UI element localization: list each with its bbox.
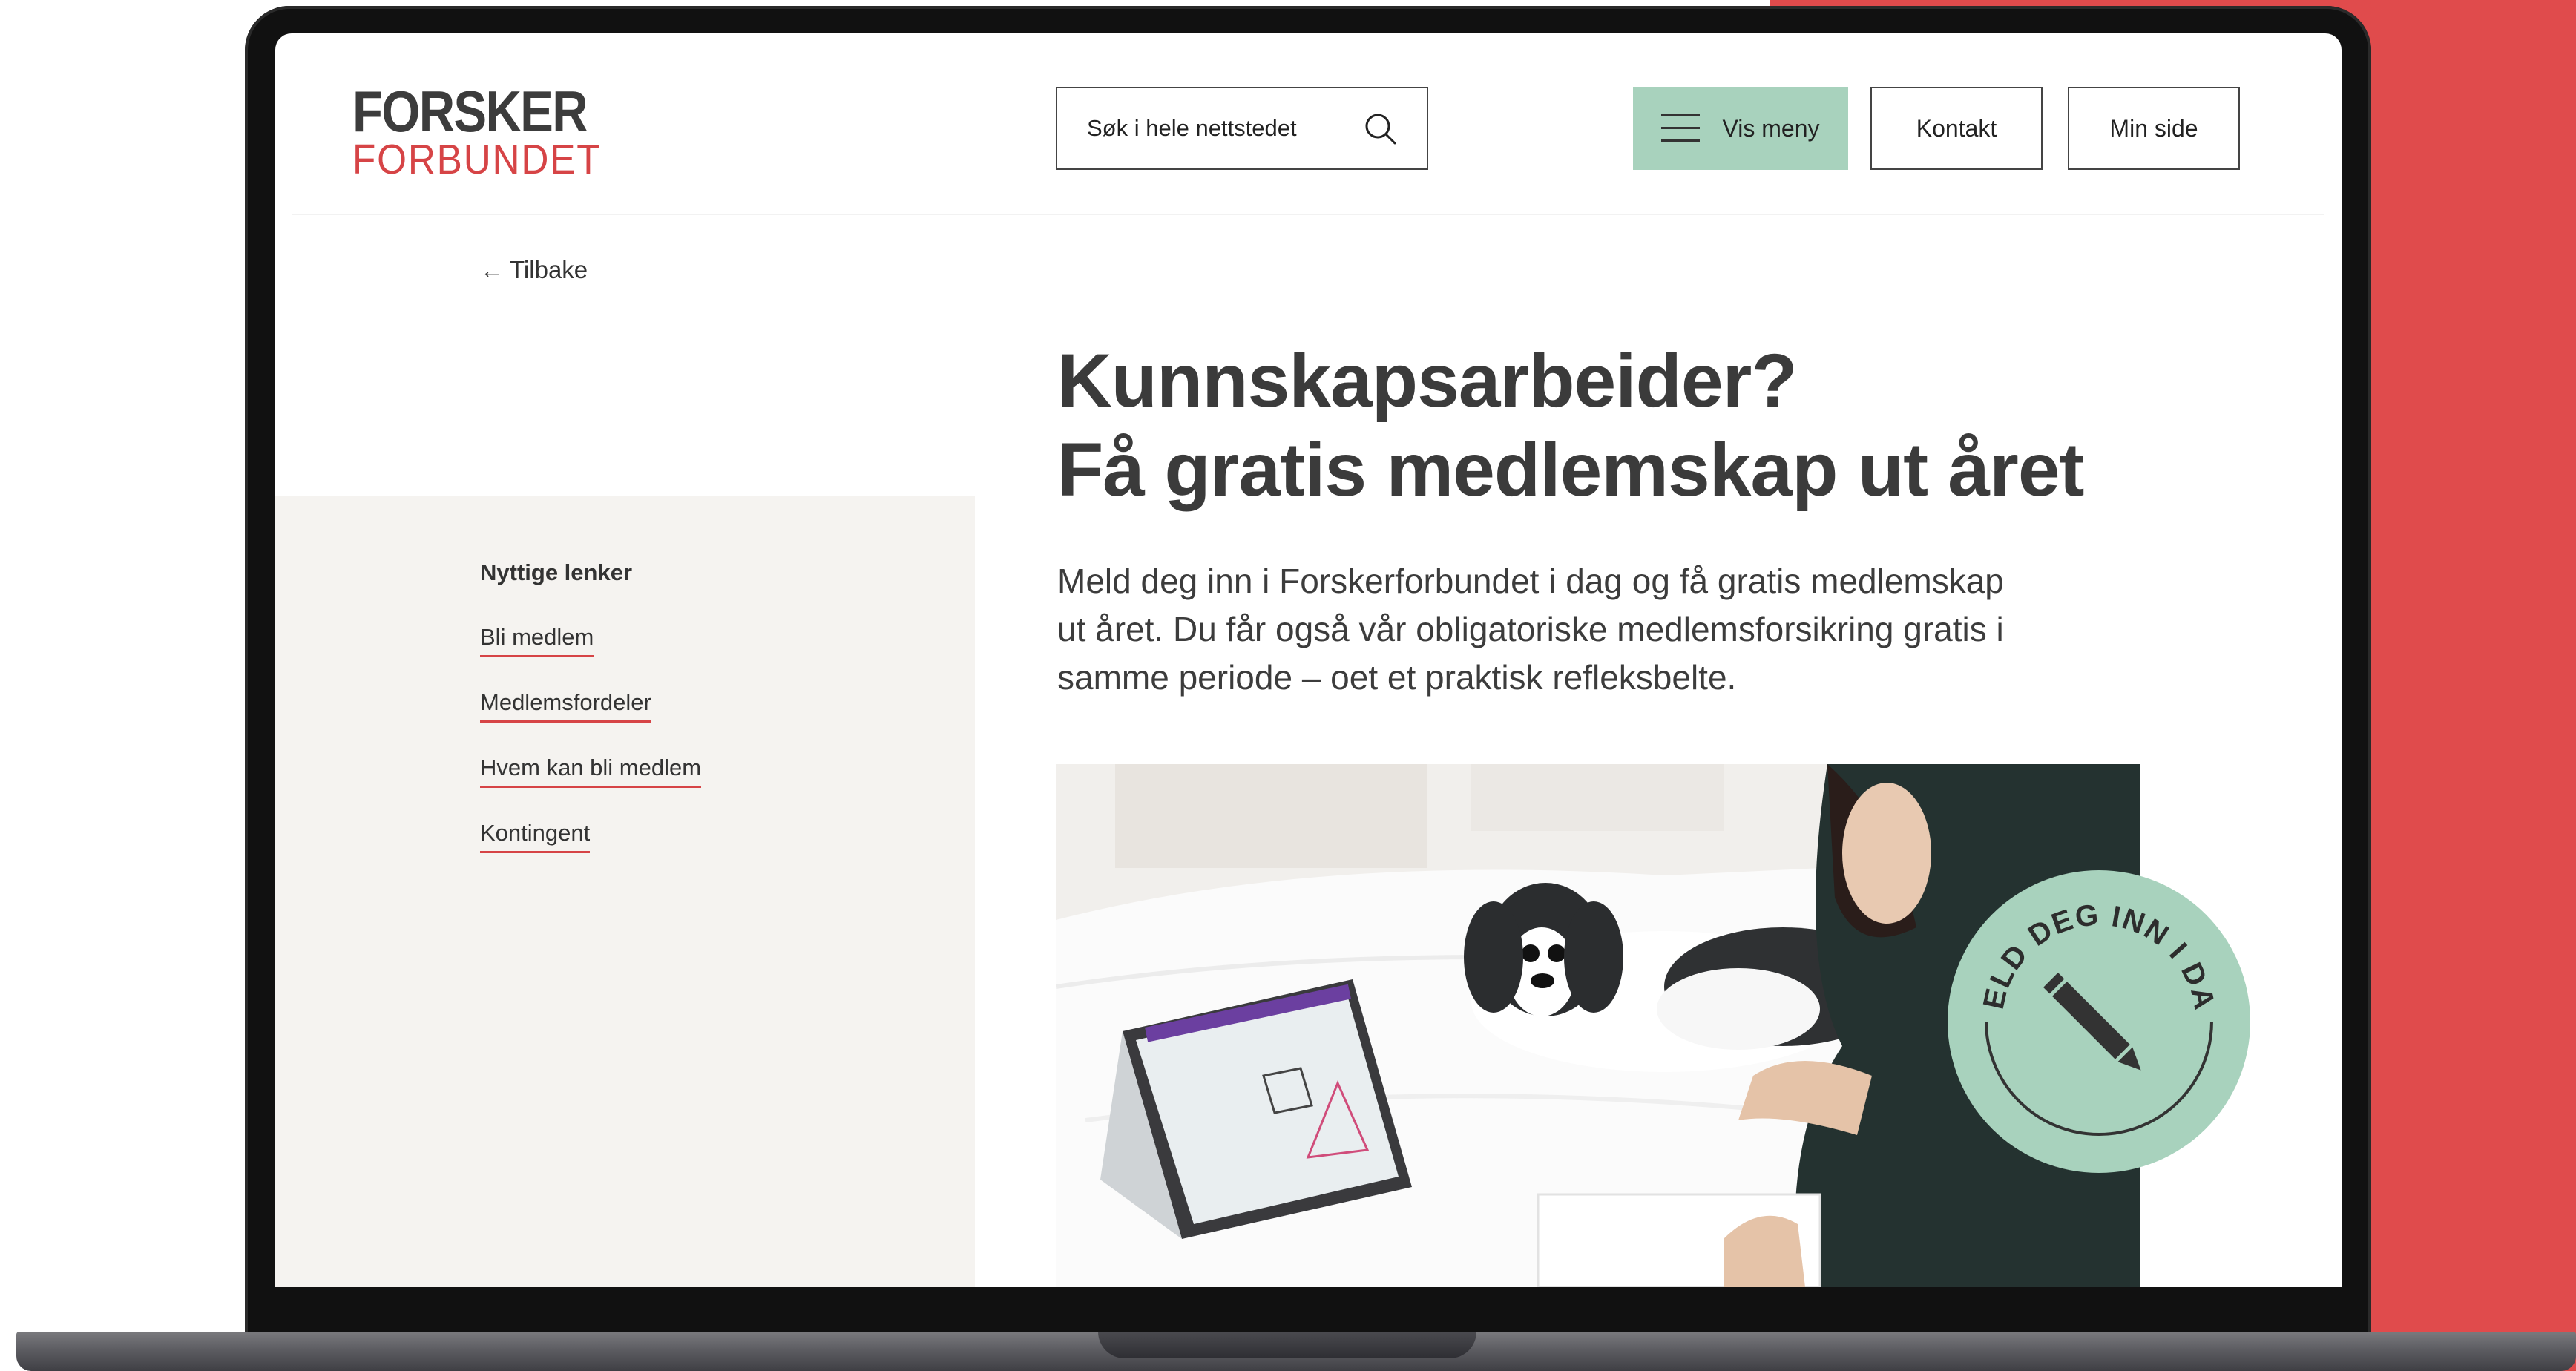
sidebar-link-kontingent[interactable]: Kontingent bbox=[480, 820, 591, 853]
site-logo[interactable]: FORSKER FORBUNDET bbox=[352, 82, 629, 181]
sidebar-link-bli-medlem[interactable]: Bli medlem bbox=[480, 624, 594, 657]
intro-line: samme periode – oet et praktisk refleksb… bbox=[1057, 658, 1737, 697]
my-page-button[interactable]: Min side bbox=[2068, 87, 2240, 170]
sidebar: Nyttige lenker Bli medlem Medlemsfordele… bbox=[275, 496, 975, 1287]
join-today-badge[interactable]: MELD DEG INN I DAG bbox=[1946, 869, 2252, 1174]
page-title-line-1: Kunnskapsarbeider? bbox=[1057, 338, 1798, 423]
intro-paragraph: Meld deg inn i Forskerforbundet i dag og… bbox=[1057, 557, 2096, 702]
back-link[interactable]: ← Tilbake bbox=[480, 256, 588, 284]
logo-line-1: FORSKER bbox=[352, 79, 588, 144]
header-divider bbox=[292, 214, 2324, 215]
arrow-left-icon: ← bbox=[480, 256, 504, 283]
intro-line: Meld deg inn i Forskerforbundet i dag og… bbox=[1057, 562, 2004, 600]
sidebar-link-medlemsfordeler[interactable]: Medlemsfordeler bbox=[480, 689, 651, 723]
page-title: Kunnskapsarbeider? Få gratis medlemskap … bbox=[1057, 336, 2085, 514]
contact-button[interactable]: Kontakt bbox=[1870, 87, 2043, 170]
laptop-notch bbox=[1098, 1332, 1476, 1358]
logo-line-2: FORBUNDET bbox=[352, 136, 602, 183]
menu-button[interactable]: Vis meny bbox=[1633, 87, 1848, 170]
page-title-line-2: Få gratis medlemskap ut året bbox=[1057, 427, 2085, 512]
back-link-label: Tilbake bbox=[510, 256, 588, 283]
intro-line: ut året. Du får også vår obligatoriske m… bbox=[1057, 610, 2004, 648]
hamburger-icon bbox=[1661, 114, 1701, 142]
sidebar-title: Nyttige lenker bbox=[480, 559, 633, 585]
search-placeholder: Søk i hele nettstedet bbox=[1087, 115, 1297, 141]
laptop-screen: FORSKER FORBUNDET Søk i hele nettstedet … bbox=[275, 33, 2342, 1287]
sidebar-link-hvem-kan-bli-medlem[interactable]: Hvem kan bli medlem bbox=[480, 754, 702, 788]
search-input[interactable]: Søk i hele nettstedet bbox=[1056, 87, 1428, 170]
menu-button-label: Vis meny bbox=[1722, 114, 1820, 142]
search-icon[interactable] bbox=[1363, 111, 1397, 145]
